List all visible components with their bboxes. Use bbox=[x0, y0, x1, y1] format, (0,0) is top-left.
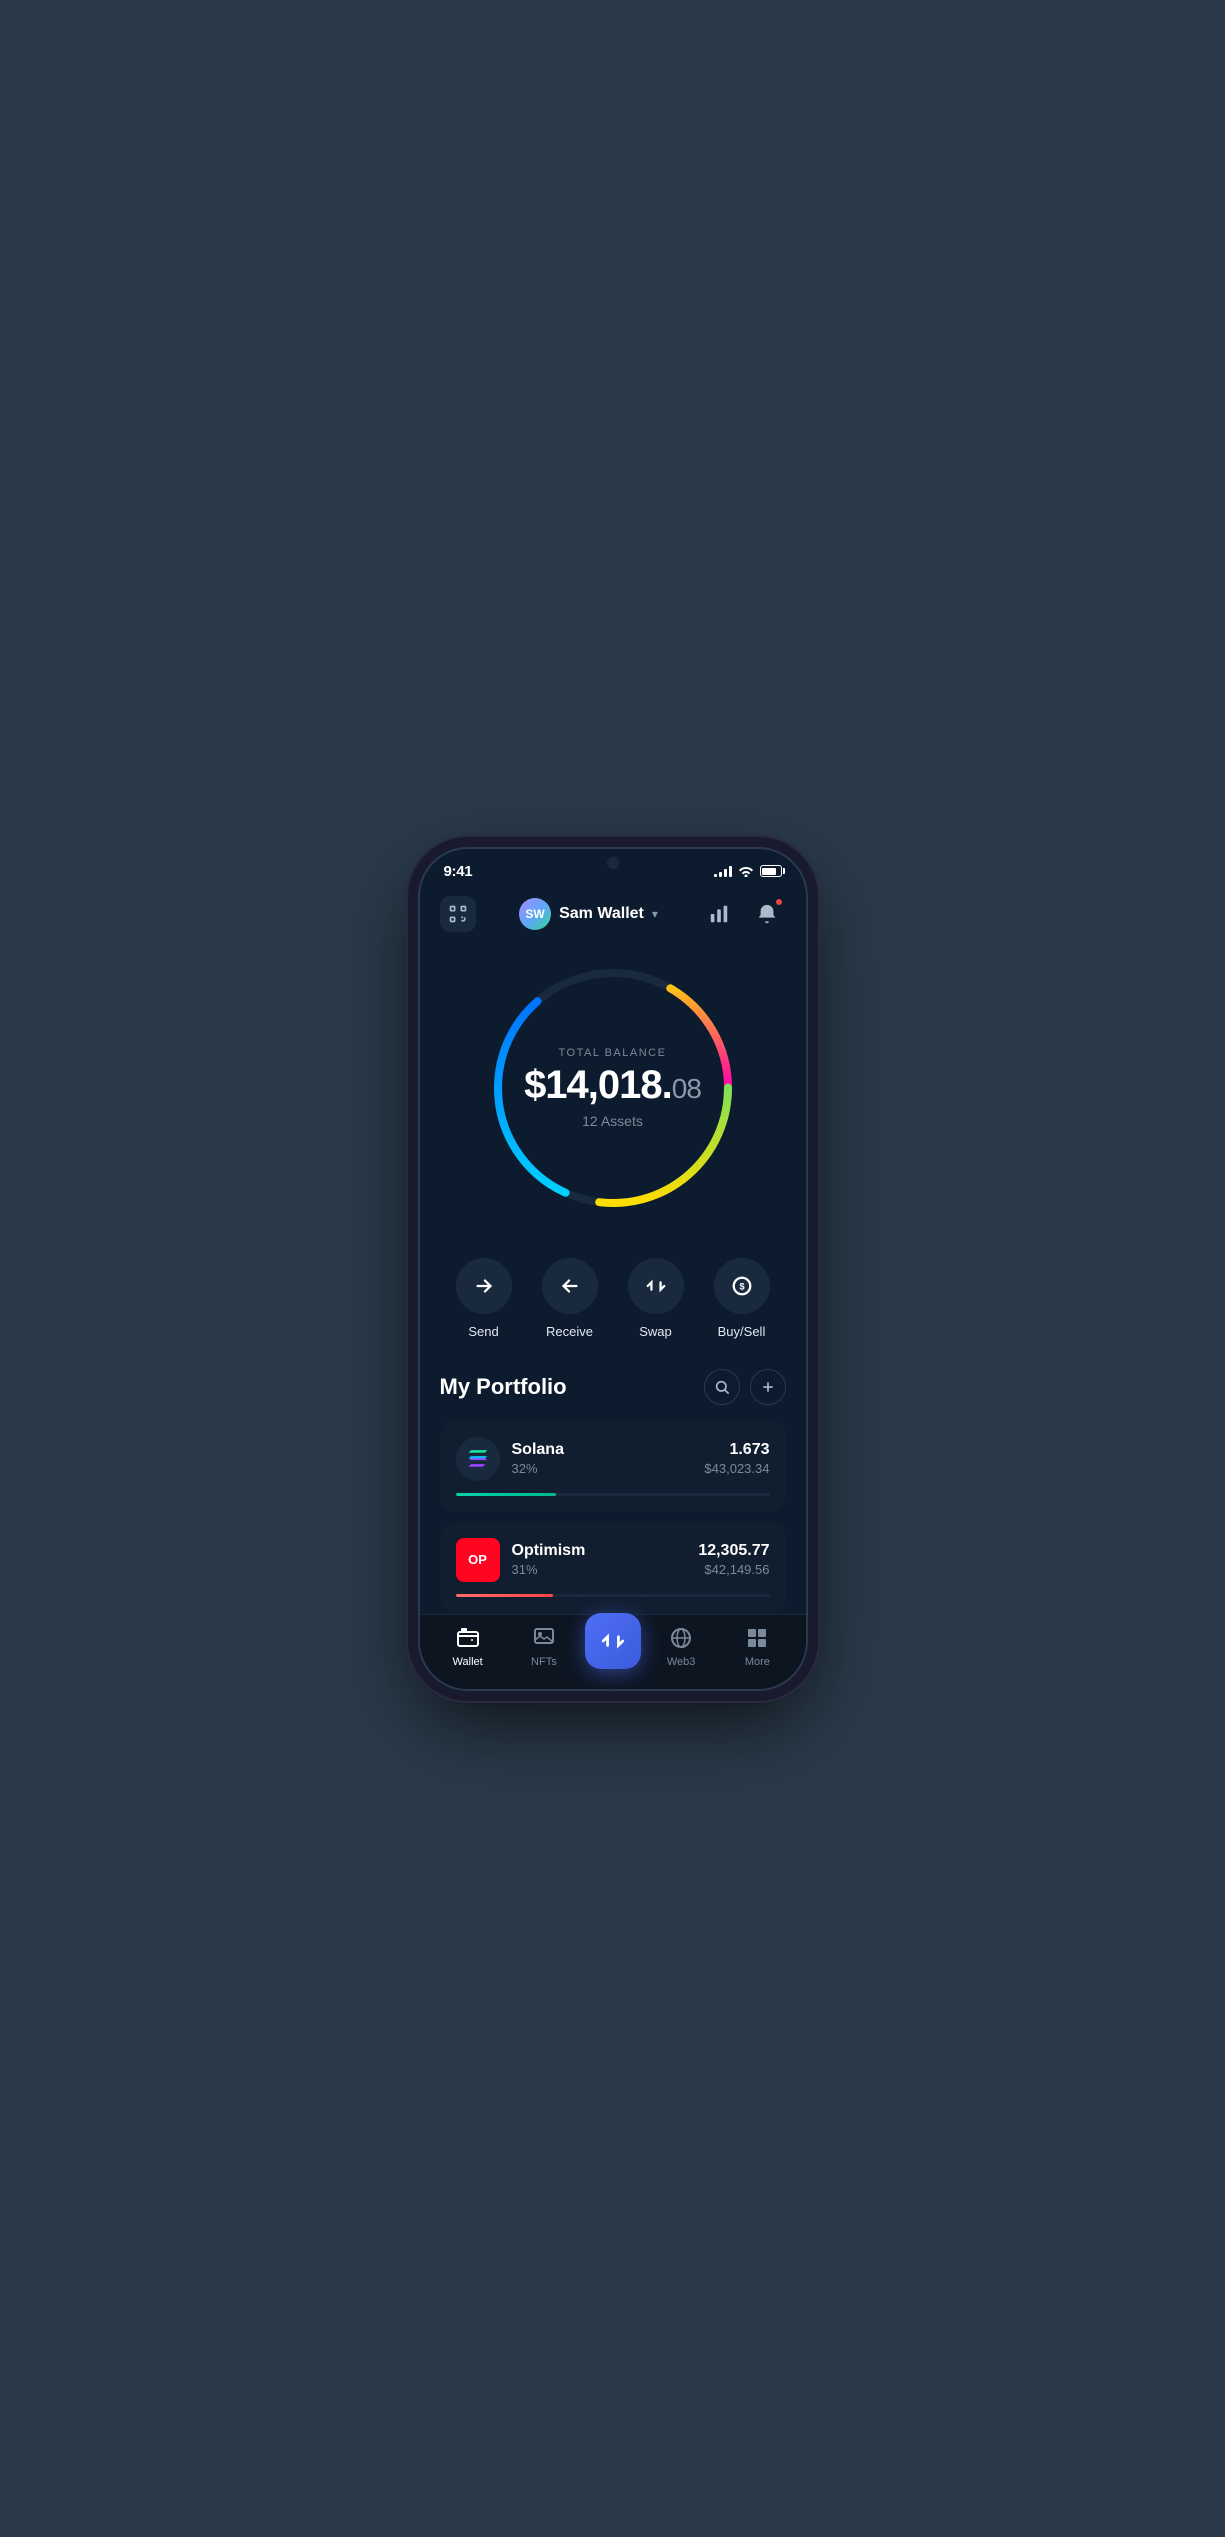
receive-label: Receive bbox=[546, 1324, 593, 1339]
wallet-selector[interactable]: SW Sam Wallet ▾ bbox=[519, 898, 658, 930]
balance-info: TOTAL BALANCE $14,018.08 12 Assets bbox=[524, 1047, 701, 1129]
receive-button[interactable]: Receive bbox=[542, 1258, 598, 1339]
battery-icon bbox=[760, 865, 782, 877]
web3-nav-label: Web3 bbox=[667, 1656, 696, 1668]
header-actions bbox=[701, 896, 785, 932]
web3-icon bbox=[669, 1626, 693, 1650]
solana-amount: 1.673 bbox=[704, 1441, 769, 1459]
portfolio-search-button[interactable] bbox=[704, 1369, 740, 1405]
signal-bars-icon bbox=[714, 865, 732, 877]
scan-icon bbox=[448, 904, 468, 924]
solana-asset-card[interactable]: Solana 32% 1.673 $43,023.34 bbox=[440, 1421, 786, 1512]
avatar: SW bbox=[519, 898, 551, 930]
optimism-asset-card[interactable]: OP Optimism 31% 12,305.77 $42,149.56 bbox=[440, 1522, 786, 1613]
portfolio-actions bbox=[704, 1369, 786, 1405]
status-time: 9:41 bbox=[444, 863, 473, 880]
optimism-progress-bar bbox=[456, 1594, 770, 1597]
swap-center-icon bbox=[600, 1628, 626, 1654]
swap-center-button[interactable] bbox=[585, 1613, 641, 1669]
wallet-nav-label: Wallet bbox=[453, 1656, 483, 1668]
screen: 9:41 bbox=[420, 849, 806, 1689]
balance-assets: 12 Assets bbox=[524, 1113, 701, 1129]
portfolio-title: My Portfolio bbox=[440, 1374, 567, 1400]
solana-name: Solana bbox=[512, 1441, 693, 1459]
wifi-icon bbox=[738, 865, 754, 877]
solana-logo bbox=[456, 1437, 500, 1481]
nav-web3[interactable]: Web3 bbox=[643, 1624, 719, 1668]
send-label: Send bbox=[468, 1324, 498, 1339]
receive-icon bbox=[559, 1275, 581, 1297]
balance-section: TOTAL BALANCE $14,018.08 12 Assets bbox=[420, 948, 806, 1238]
search-icon bbox=[714, 1379, 730, 1395]
scan-button[interactable] bbox=[440, 896, 476, 932]
notification-badge bbox=[775, 898, 783, 906]
solana-usd: $43,023.34 bbox=[704, 1461, 769, 1476]
solana-progress-bar bbox=[456, 1493, 770, 1496]
wallet-name: Sam Wallet bbox=[559, 905, 644, 923]
wallet-icon bbox=[456, 1626, 480, 1650]
nav-wallet[interactable]: Wallet bbox=[430, 1624, 506, 1668]
send-icon bbox=[473, 1275, 495, 1297]
more-nav-label: More bbox=[745, 1656, 770, 1668]
buy-sell-icon: $ bbox=[731, 1275, 753, 1297]
portfolio-add-button[interactable] bbox=[750, 1369, 786, 1405]
chart-button[interactable] bbox=[701, 896, 737, 932]
chart-icon bbox=[708, 903, 730, 925]
optimism-name: Optimism bbox=[512, 1542, 687, 1560]
optimism-pct: 31% bbox=[512, 1562, 687, 1577]
chevron-down-icon: ▾ bbox=[652, 907, 658, 921]
balance-circle: TOTAL BALANCE $14,018.08 12 Assets bbox=[483, 958, 743, 1218]
optimism-logo: OP bbox=[456, 1538, 500, 1582]
swap-label: Swap bbox=[639, 1324, 672, 1339]
optimism-amount: 12,305.77 bbox=[698, 1542, 769, 1560]
bottom-navigation: Wallet NFTs bbox=[420, 1614, 806, 1689]
bell-icon bbox=[756, 903, 778, 925]
balance-label: TOTAL BALANCE bbox=[524, 1047, 701, 1059]
action-buttons: Send Receive Swap bbox=[420, 1238, 806, 1369]
app-header: SW Sam Wallet ▾ bbox=[420, 888, 806, 948]
solana-pct: 32% bbox=[512, 1461, 693, 1476]
swap-button[interactable]: Swap bbox=[628, 1258, 684, 1339]
buy-sell-label: Buy/Sell bbox=[718, 1324, 766, 1339]
notch bbox=[553, 849, 673, 879]
nav-nfts[interactable]: NFTs bbox=[506, 1624, 582, 1668]
nfts-icon bbox=[532, 1626, 556, 1650]
svg-text:$: $ bbox=[739, 1281, 744, 1291]
bell-button[interactable] bbox=[749, 896, 785, 932]
optimism-usd: $42,149.56 bbox=[698, 1562, 769, 1577]
send-button[interactable]: Send bbox=[456, 1258, 512, 1339]
nfts-nav-label: NFTs bbox=[531, 1656, 557, 1668]
balance-amount: $14,018.08 bbox=[524, 1065, 701, 1105]
solana-icon bbox=[464, 1445, 492, 1473]
more-icon bbox=[745, 1626, 769, 1650]
add-icon bbox=[760, 1379, 776, 1395]
portfolio-section: My Portfolio bbox=[420, 1369, 806, 1613]
optimism-icon-text: OP bbox=[468, 1552, 487, 1567]
nav-center[interactable] bbox=[582, 1623, 643, 1669]
nav-more[interactable]: More bbox=[719, 1624, 795, 1668]
portfolio-header: My Portfolio bbox=[440, 1369, 786, 1405]
swap-icon bbox=[645, 1275, 667, 1297]
phone-frame: 9:41 bbox=[418, 847, 808, 1691]
buy-sell-button[interactable]: $ Buy/Sell bbox=[714, 1258, 770, 1339]
status-icons bbox=[714, 865, 782, 877]
